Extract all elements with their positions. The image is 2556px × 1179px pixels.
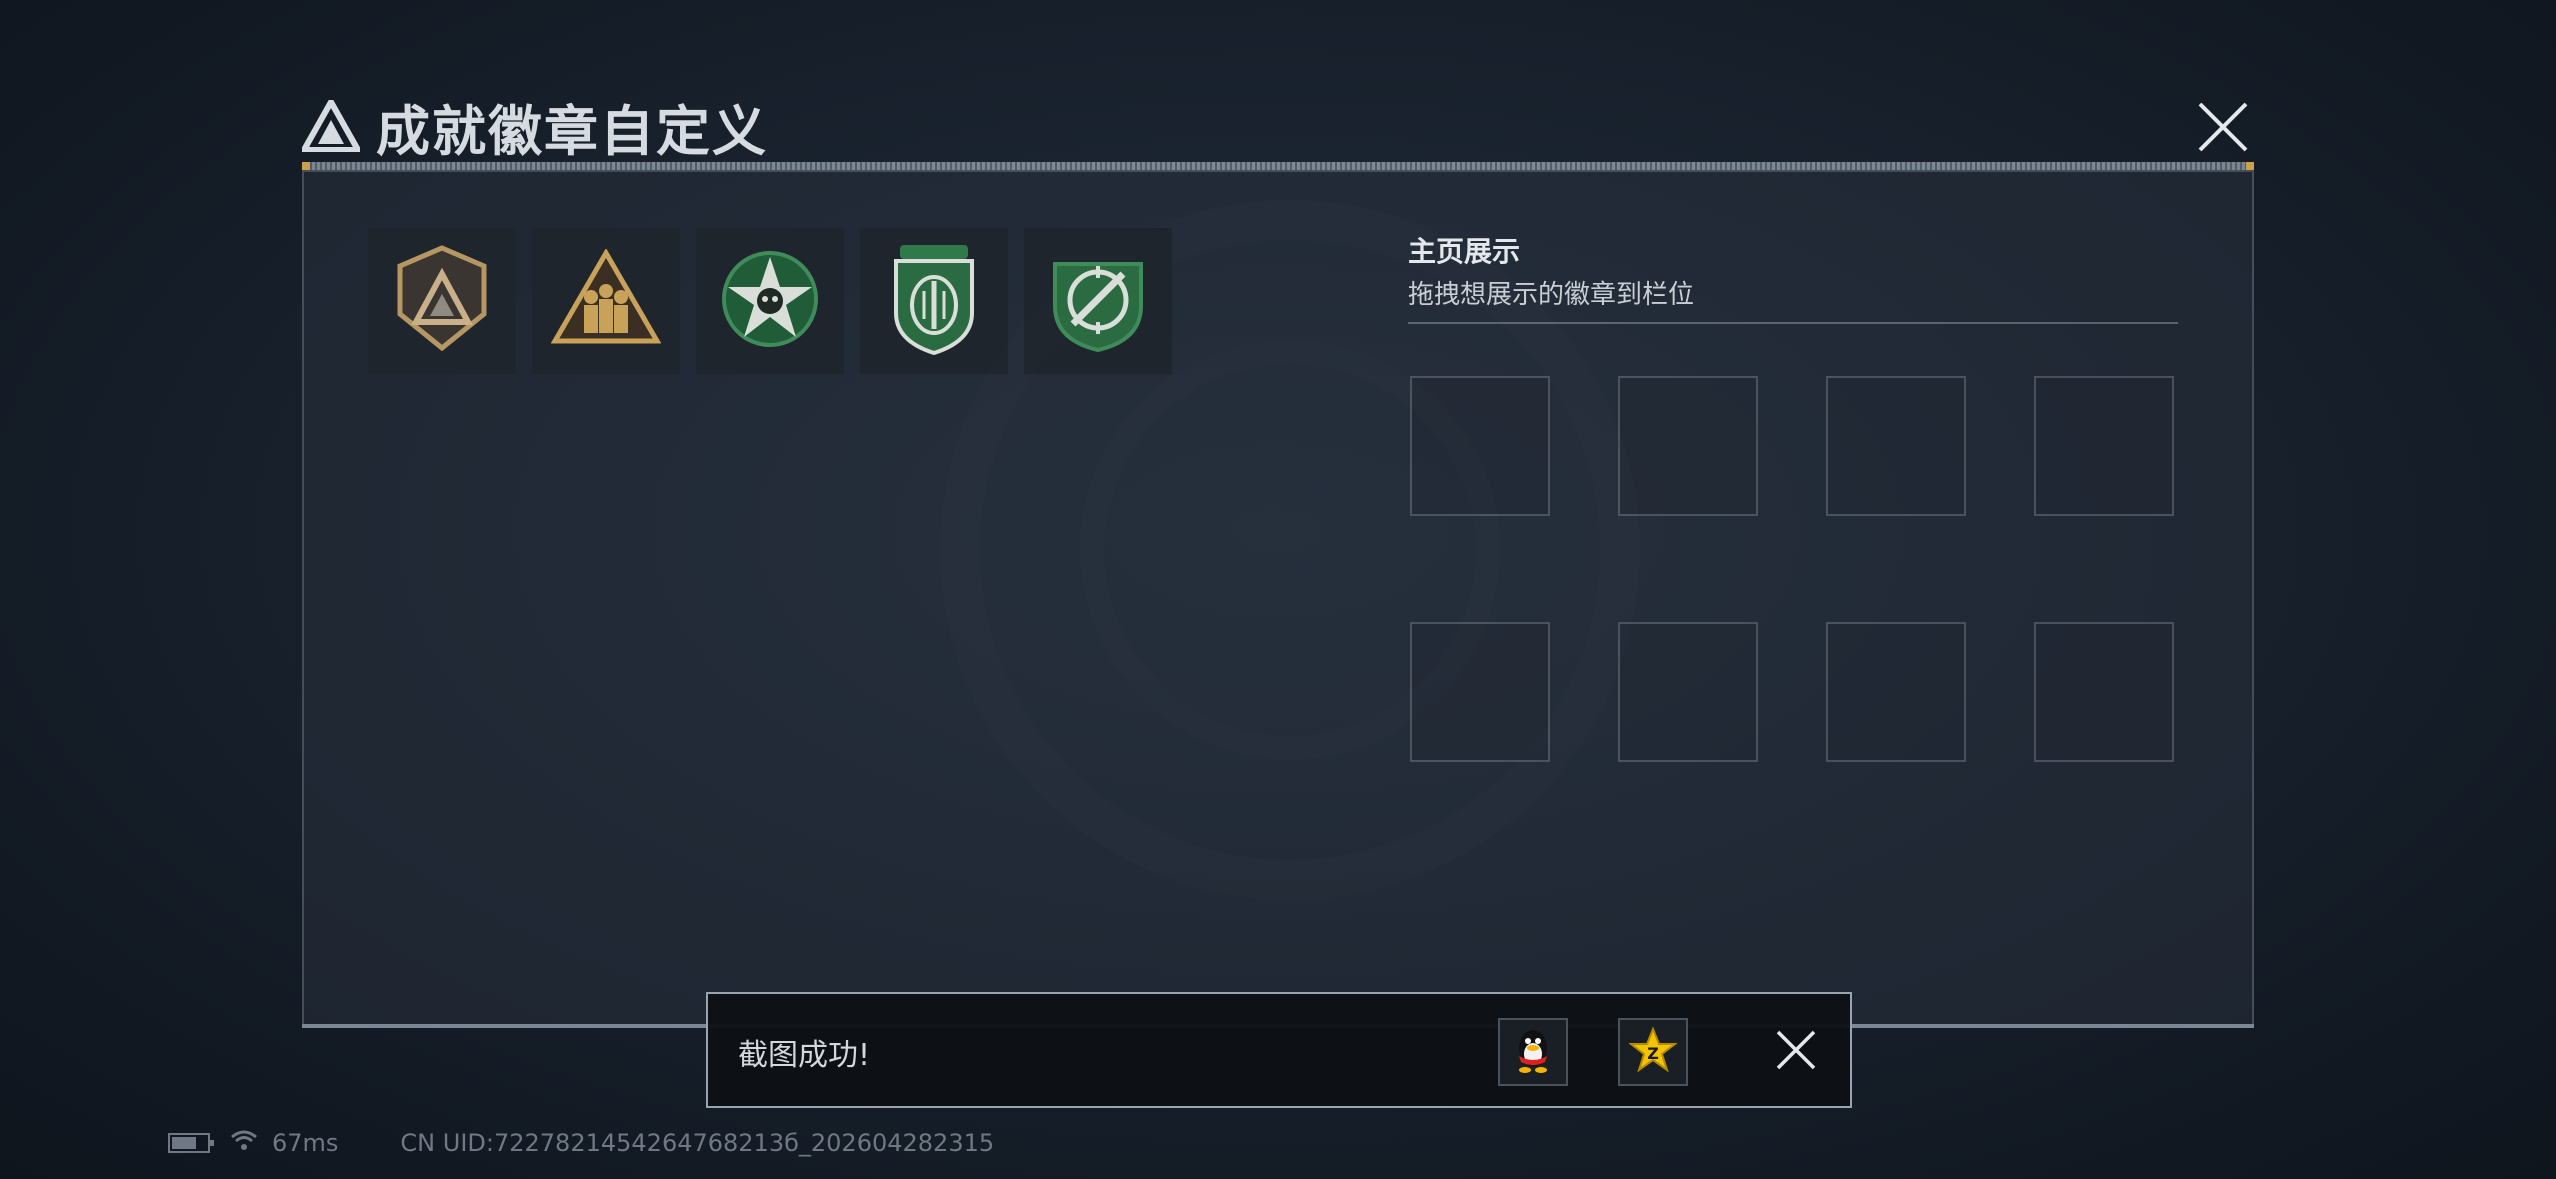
soldiers-triangle-badge-icon: [550, 248, 662, 353]
close-icon: [1775, 1029, 1817, 1075]
badge-item[interactable]: [696, 228, 844, 374]
display-slot[interactable]: [2034, 622, 2174, 762]
badge-item[interactable]: [532, 228, 680, 374]
shield-insignia-badge-icon: [886, 241, 982, 361]
display-slot[interactable]: [1618, 622, 1758, 762]
qzone-star-icon: Z: [1628, 1026, 1678, 1077]
delta-logo-icon: [298, 95, 364, 153]
display-section-title: 主页展示: [1408, 235, 1521, 268]
display-slot[interactable]: [1410, 622, 1550, 762]
ping-label: 67ms: [272, 1129, 339, 1157]
qq-penguin-icon: [1511, 1026, 1555, 1078]
display-slot[interactable]: [1826, 376, 1966, 516]
badge-item[interactable]: [860, 228, 1008, 374]
page-header: 成就徽章自定义: [298, 86, 768, 166]
badge-inventory: [368, 228, 1172, 374]
header-accent-left: [302, 162, 310, 170]
display-slot[interactable]: [1618, 376, 1758, 516]
uid-label: CN UID:7227821454264768213б_202604282315: [400, 1129, 995, 1157]
screenshot-toast: 截图成功! Z: [706, 992, 1852, 1108]
trapezoid-triangle-badge-icon: [392, 244, 492, 358]
svg-text:Z: Z: [1647, 1044, 1659, 1063]
battery-icon: [168, 1133, 214, 1153]
header-divider: [302, 162, 2254, 170]
badge-item[interactable]: [368, 228, 516, 374]
qzone-share-button[interactable]: Z: [1618, 1018, 1688, 1086]
qq-share-button[interactable]: [1498, 1018, 1568, 1086]
display-section-hint: 拖拽想展示的徽章到栏位: [1408, 280, 1695, 310]
page-title: 成就徽章自定义: [376, 99, 768, 163]
game-screen: 成就徽章自定义 主页展示 拖拽想展示的徽章到栏位 截图成功! Z 67ms CN…: [0, 0, 2556, 1179]
display-divider: [1408, 322, 2178, 324]
wifi-icon: [230, 1129, 258, 1157]
badge-item[interactable]: [1024, 228, 1172, 374]
status-bar: 67ms CN UID:7227821454264768213б_2026042…: [168, 1128, 994, 1158]
display-slot[interactable]: [1410, 376, 1550, 516]
toast-message: 截图成功!: [738, 1038, 871, 1073]
display-slot[interactable]: [2034, 376, 2174, 516]
close-button[interactable]: [2186, 94, 2260, 164]
crosshair-knife-badge-icon: [1043, 244, 1153, 358]
display-slot[interactable]: [1826, 622, 1966, 762]
battery-level: [172, 1137, 196, 1149]
toast-close-button[interactable]: [1768, 1024, 1824, 1080]
star-skull-badge-icon: [718, 247, 822, 355]
close-icon: [2196, 100, 2250, 158]
